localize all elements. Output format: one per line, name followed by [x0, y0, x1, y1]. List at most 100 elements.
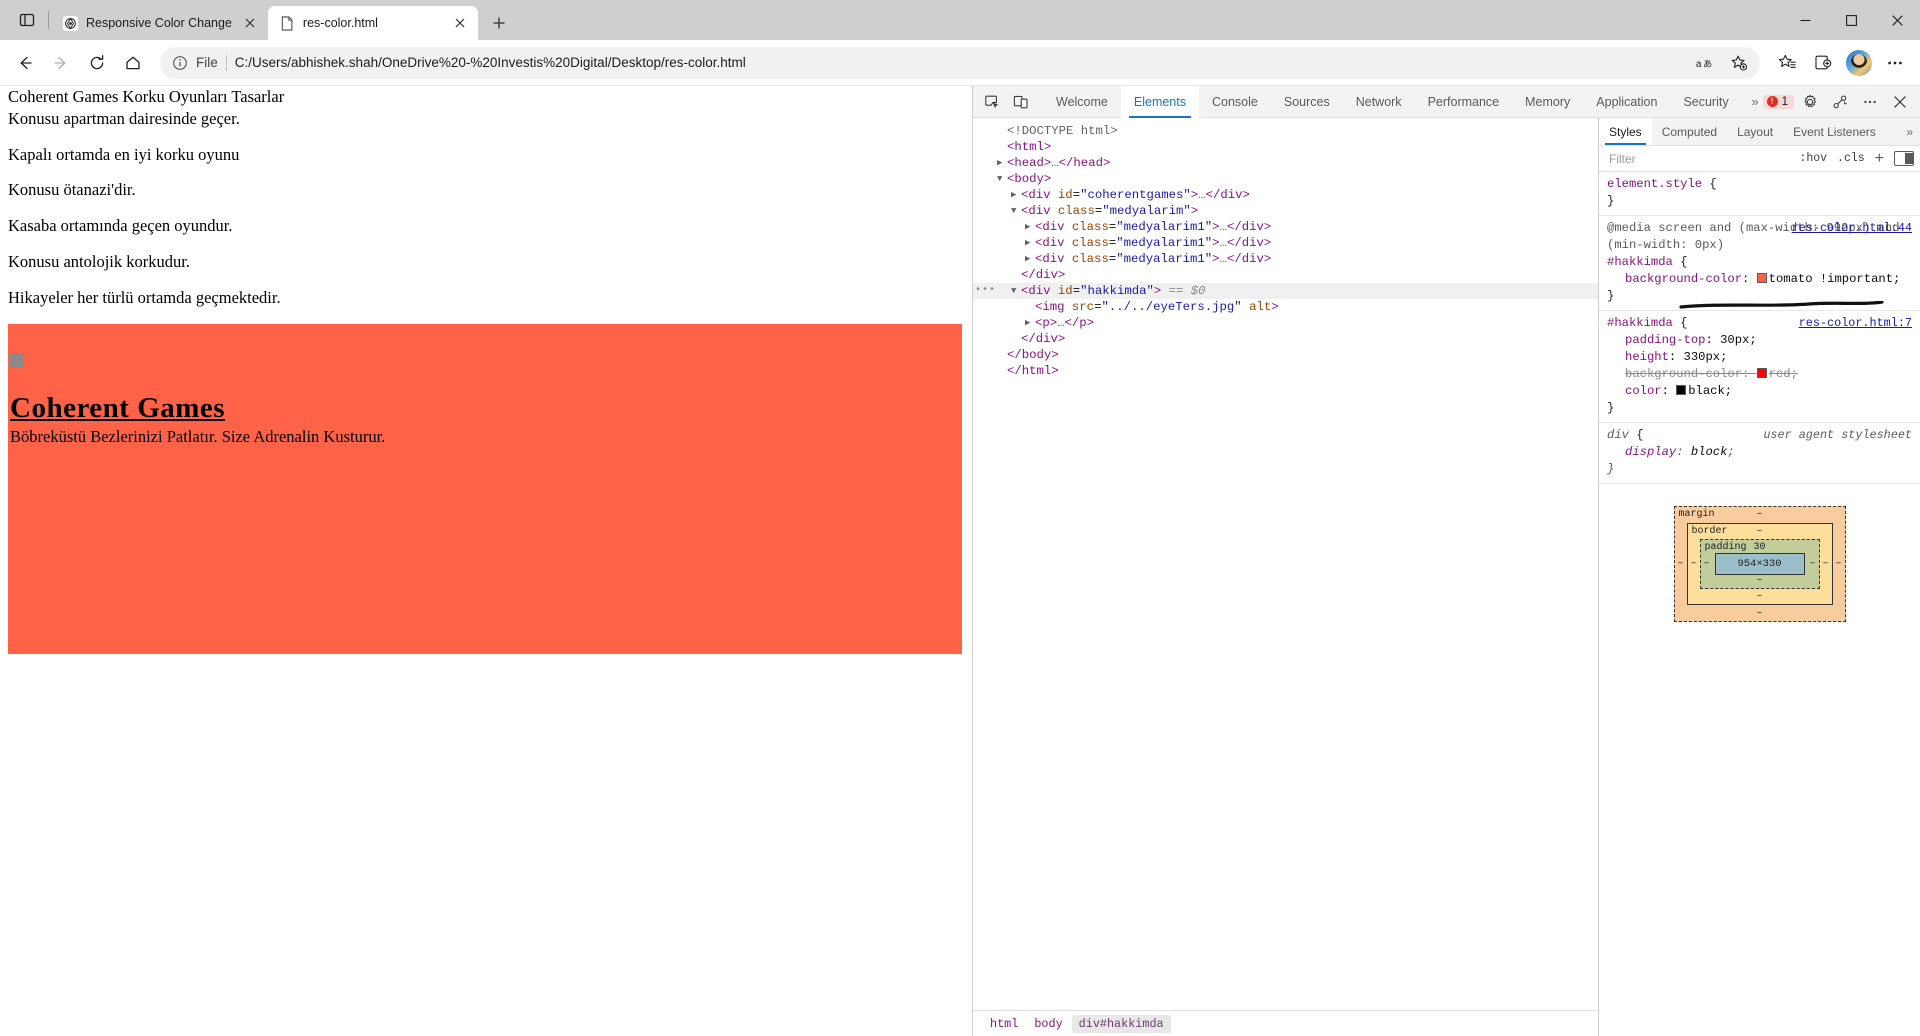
- dom-node-8[interactable]: ▶ <div class="medyalarim1">…</div>: [973, 251, 1598, 267]
- customize-devtools-icon[interactable]: [1826, 89, 1854, 115]
- dom-node-5[interactable]: ▼ <div class="medyalarim">: [973, 203, 1598, 219]
- more-tabs-icon[interactable]: »: [1749, 94, 1760, 109]
- tab-application[interactable]: Application: [1583, 86, 1670, 118]
- browser-tab-0[interactable]: Responsive Color Change: [51, 6, 268, 40]
- css-property-value[interactable]: 330px: [1684, 350, 1721, 364]
- css-property-value[interactable]: tomato !important: [1769, 272, 1893, 286]
- collections-icon[interactable]: [1806, 46, 1840, 80]
- dom-node-4[interactable]: ▶ <div id="coherentgames">…</div>: [973, 187, 1598, 203]
- breadcrumb-div-hakkimda[interactable]: div#hakkimda: [1071, 1014, 1171, 1033]
- tab-performance[interactable]: Performance: [1415, 86, 1513, 118]
- style-selector[interactable]: #hakkimda {: [1607, 254, 1912, 271]
- color-swatch[interactable]: [1676, 385, 1687, 395]
- dom-node-13[interactable]: </div>: [973, 331, 1598, 347]
- css-declaration-height[interactable]: height: 330px;: [1607, 349, 1912, 366]
- dom-node-12[interactable]: ▶ <p>…</p>: [973, 315, 1598, 331]
- style-selector[interactable]: element.style {: [1607, 176, 1912, 193]
- css-property-value[interactable]: 30px: [1720, 333, 1749, 347]
- error-count-badge[interactable]: ! 1: [1762, 94, 1794, 109]
- disclosure-triangle-icon[interactable]: ▶: [1025, 235, 1035, 251]
- disclosure-triangle-icon[interactable]: ▶: [1025, 315, 1035, 331]
- more-options-icon[interactable]: [1856, 89, 1884, 115]
- tab-sources[interactable]: Sources: [1271, 86, 1343, 118]
- tab-event-listeners[interactable]: Event Listeners: [1783, 118, 1886, 145]
- disclosure-triangle-icon[interactable]: ▼: [1011, 283, 1021, 299]
- close-window-button[interactable]: [1874, 0, 1920, 40]
- css-property-value[interactable]: black: [1688, 384, 1725, 398]
- address-bar[interactable]: File C:/Users/abhishek.shah/OneDrive%20-…: [160, 46, 1760, 79]
- tab-search-icon[interactable]: [6, 0, 48, 40]
- settings-more-icon[interactable]: [1878, 46, 1912, 80]
- maximize-button[interactable]: [1828, 0, 1874, 40]
- dom-node-0[interactable]: <!DOCTYPE html>: [973, 123, 1598, 139]
- css-declaration-background-color[interactable]: background-color: red;: [1607, 366, 1912, 383]
- forward-icon[interactable]: [44, 46, 78, 80]
- disclosure-triangle-icon[interactable]: ▼: [1011, 203, 1021, 219]
- new-tab-button[interactable]: [484, 8, 514, 38]
- tab-security[interactable]: Security: [1670, 86, 1741, 118]
- hakkimda-rule[interactable]: res-color.html:7 #hakkimda {padding-top: …: [1599, 311, 1920, 423]
- disclosure-triangle-icon[interactable]: ▶: [997, 155, 1007, 171]
- tab-network[interactable]: Network: [1343, 86, 1415, 118]
- dom-node-14[interactable]: </body>: [973, 347, 1598, 363]
- css-declaration-display[interactable]: display: block;: [1607, 444, 1912, 461]
- tab-welcome[interactable]: Welcome: [1043, 86, 1121, 118]
- home-icon[interactable]: [116, 46, 150, 80]
- styles-rules-list[interactable]: element.style {} res-color.html:44 @media …: [1599, 172, 1920, 484]
- minimize-button[interactable]: [1782, 0, 1828, 40]
- close-devtools-icon[interactable]: [1886, 89, 1914, 115]
- dom-node-2[interactable]: ▶ <head>…</head>: [973, 155, 1598, 171]
- hov-toggle[interactable]: :hov: [1799, 152, 1827, 165]
- back-icon[interactable]: [8, 46, 42, 80]
- disclosure-triangle-icon[interactable]: ▶: [1011, 187, 1021, 203]
- dom-tree[interactable]: <!DOCTYPE html> <html> ▶ <head>…</head> ▼ <bo…: [973, 118, 1598, 1010]
- box-model-diagram[interactable]: margin – – – – border – – – – padding 30…: [1673, 506, 1846, 622]
- css-declaration-background-color[interactable]: background-color: tomato !important;: [1607, 271, 1912, 288]
- add-favorite-icon[interactable]: [1724, 49, 1754, 77]
- tab-console[interactable]: Console: [1199, 86, 1271, 118]
- media-hakkimda-rule[interactable]: res-color.html:44 @media screen and (max-…: [1599, 216, 1920, 311]
- style-source-link[interactable]: user agent stylesheet: [1763, 427, 1912, 444]
- cls-toggle[interactable]: .cls: [1837, 152, 1865, 165]
- toggle-computed-sidebar-icon[interactable]: [1894, 151, 1914, 166]
- breadcrumb-html[interactable]: html: [983, 1015, 1025, 1033]
- disclosure-triangle-icon[interactable]: ▶: [1025, 251, 1035, 267]
- tab-styles[interactable]: Styles: [1599, 118, 1652, 145]
- inspect-element-icon[interactable]: [979, 89, 1007, 115]
- tab-elements[interactable]: Elements: [1120, 85, 1199, 118]
- styles-filter-input[interactable]: [1607, 150, 1790, 167]
- dom-node-3[interactable]: ▼ <body>: [973, 171, 1598, 187]
- reload-icon[interactable]: [80, 46, 114, 80]
- favorites-icon[interactable]: [1770, 46, 1804, 80]
- device-toolbar-icon[interactable]: [1007, 89, 1035, 115]
- styles-more-tabs-icon[interactable]: »: [1899, 118, 1920, 145]
- dom-node-1[interactable]: <html>: [973, 139, 1598, 155]
- style-source-link[interactable]: res-color.html:44: [1792, 220, 1912, 237]
- dom-node-10[interactable]: ▼<div id="hakkimda"> == $0: [973, 283, 1598, 299]
- css-property-value[interactable]: block: [1691, 445, 1728, 459]
- dom-node-7[interactable]: ▶ <div class="medyalarim1">…</div>: [973, 235, 1598, 251]
- tab-computed[interactable]: Computed: [1652, 118, 1727, 145]
- element-style-rule[interactable]: element.style {}: [1599, 172, 1920, 216]
- dom-node-6[interactable]: ▶ <div class="medyalarim1">…</div>: [973, 219, 1598, 235]
- css-declaration-color[interactable]: color: black;: [1607, 383, 1912, 400]
- settings-gear-icon[interactable]: [1796, 89, 1824, 115]
- css-property-value[interactable]: red: [1769, 367, 1791, 381]
- tab-close-icon[interactable]: [450, 13, 470, 33]
- color-swatch[interactable]: [1756, 273, 1767, 283]
- style-source-link[interactable]: res-color.html:7: [1799, 315, 1912, 332]
- color-swatch[interactable]: [1756, 368, 1767, 378]
- browser-tab-1[interactable]: res-color.html: [267, 6, 478, 40]
- tab-memory[interactable]: Memory: [1512, 86, 1583, 118]
- breadcrumb-body[interactable]: body: [1027, 1015, 1069, 1033]
- dom-node-11[interactable]: <img src="../../eyeTers.jpg" alt>: [973, 299, 1598, 315]
- site-info-icon[interactable]: [172, 55, 188, 71]
- disclosure-triangle-icon[interactable]: ▶: [1025, 219, 1035, 235]
- read-aloud-icon[interactable]: aあ: [1690, 49, 1720, 77]
- css-declaration-padding-top[interactable]: padding-top: 30px;: [1607, 332, 1912, 349]
- dom-node-9[interactable]: </div>: [973, 267, 1598, 283]
- disclosure-triangle-icon[interactable]: ▼: [997, 171, 1007, 187]
- tab-close-icon[interactable]: [240, 13, 260, 33]
- tab-layout[interactable]: Layout: [1727, 118, 1783, 145]
- new-style-rule-button[interactable]: +: [1875, 150, 1884, 167]
